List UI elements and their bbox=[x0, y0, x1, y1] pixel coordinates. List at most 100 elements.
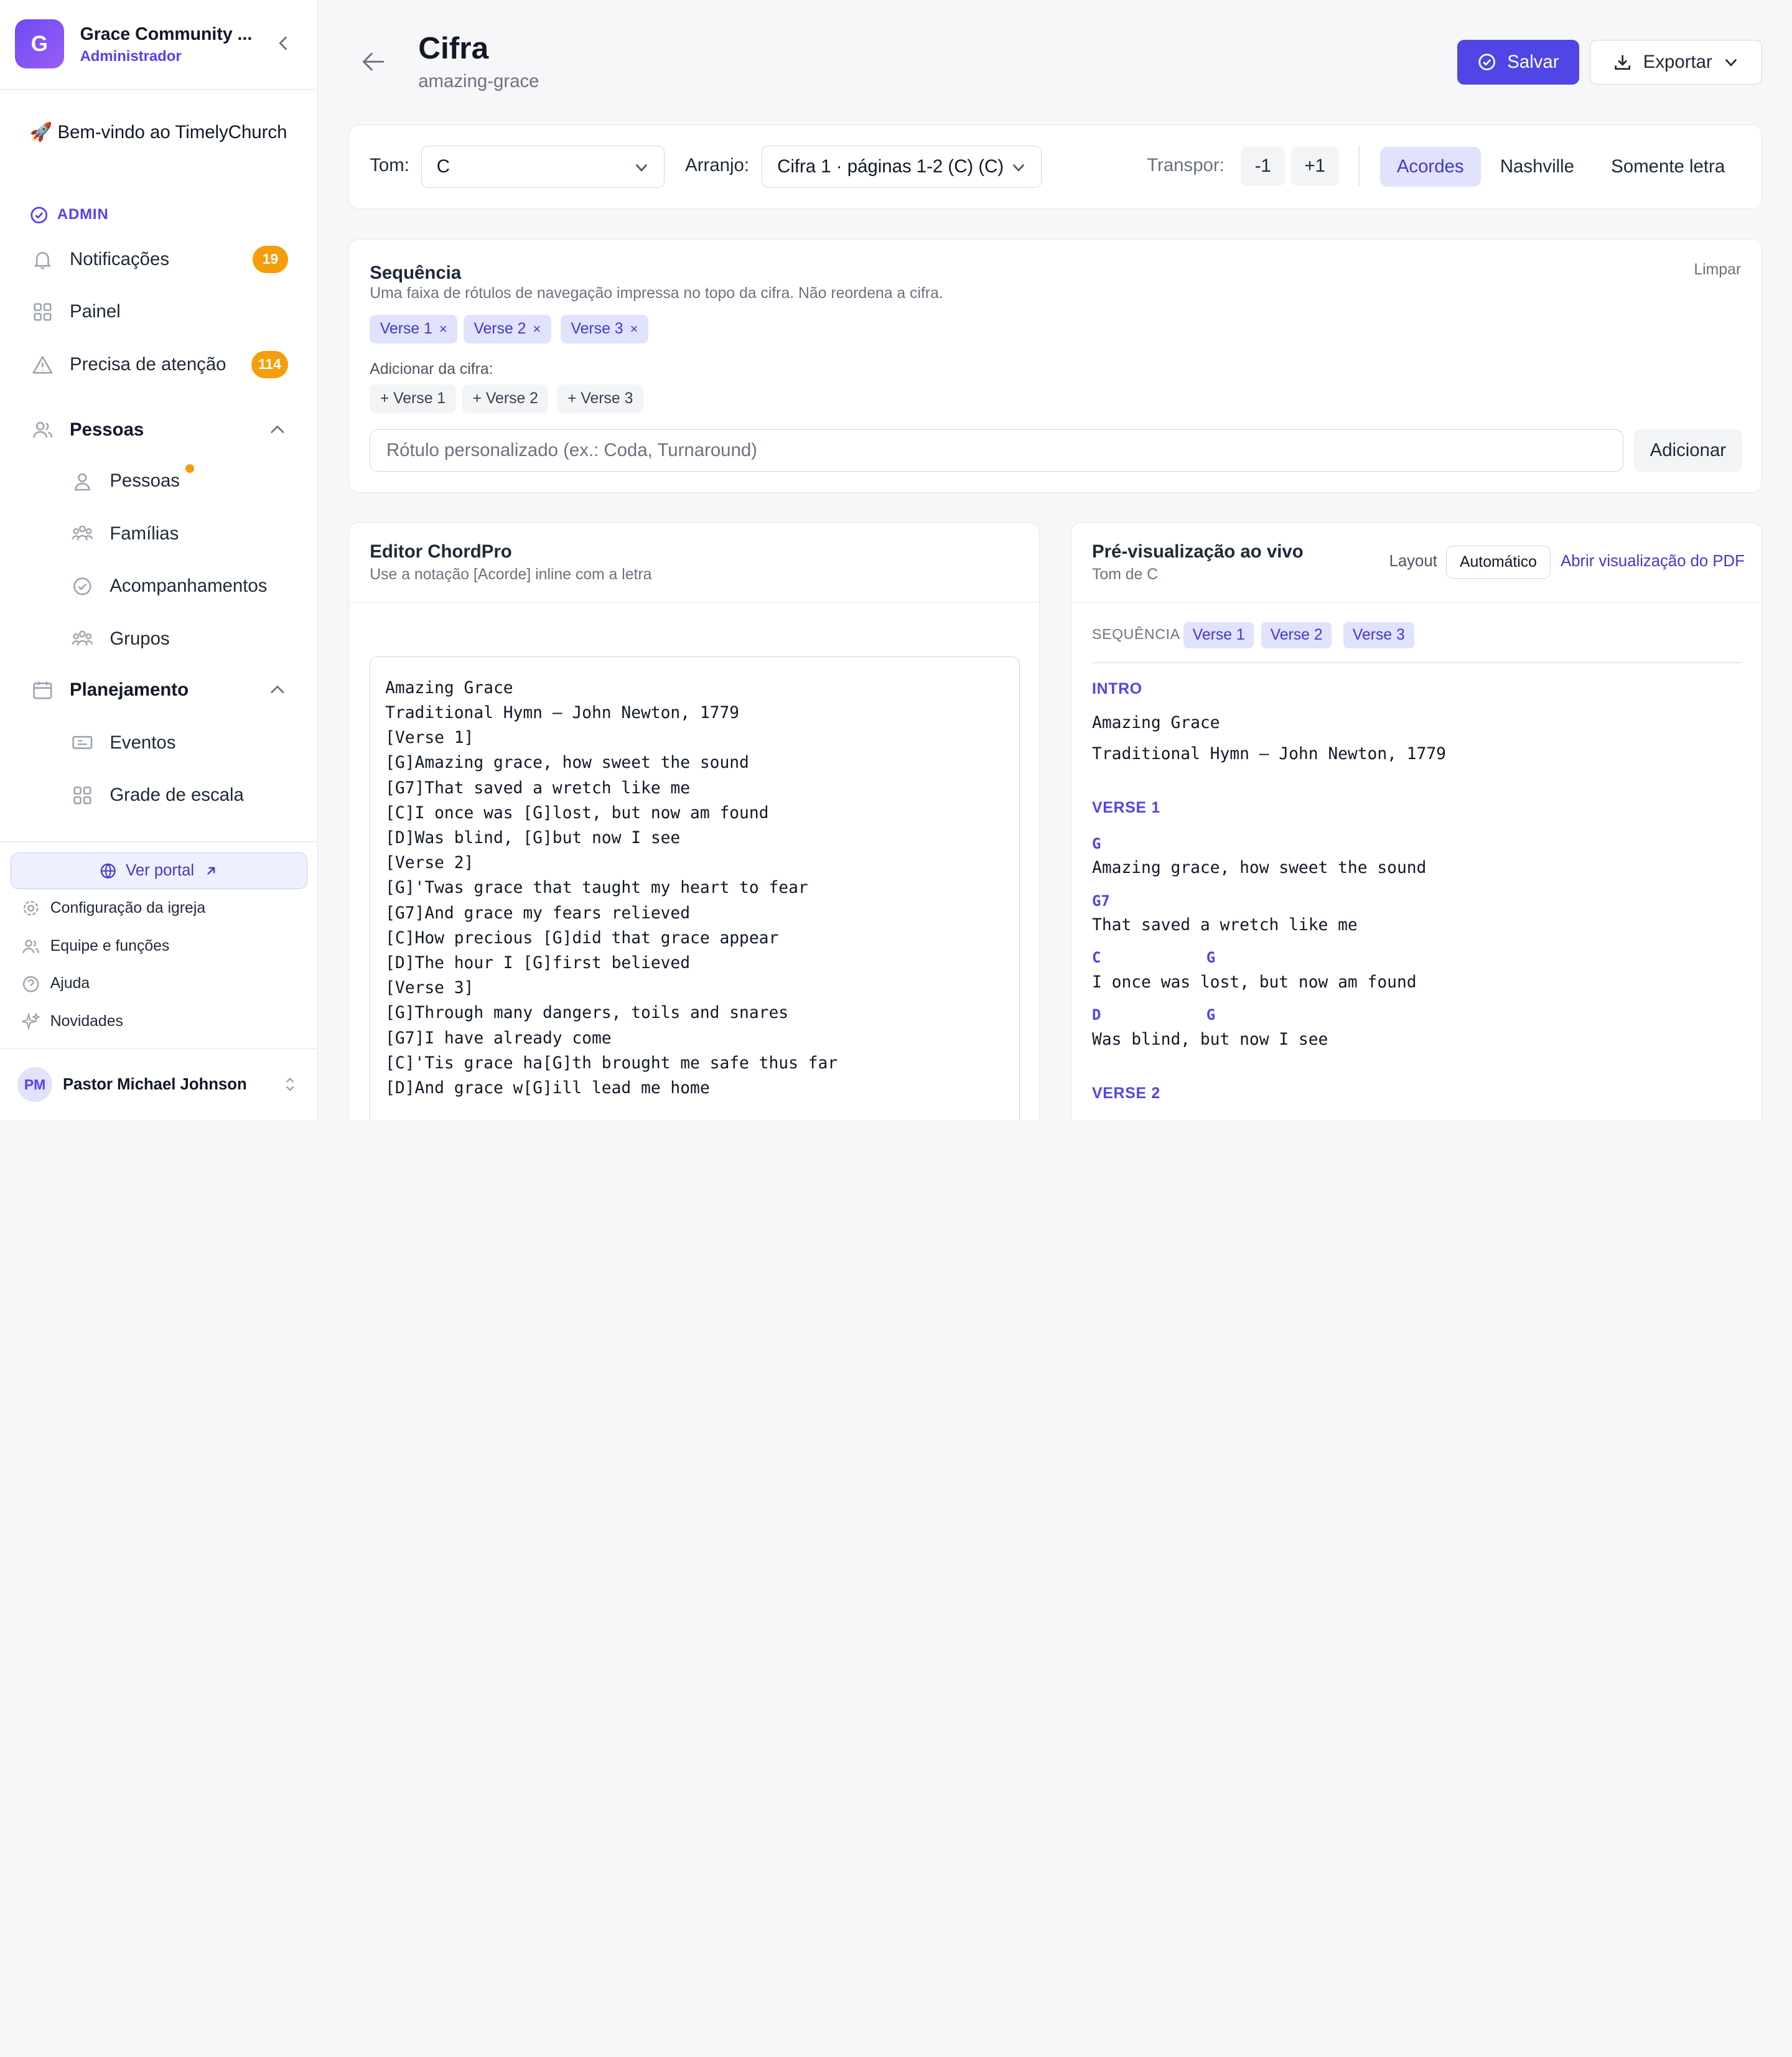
sidebar-item-families[interactable]: Famílias bbox=[70, 515, 288, 552]
add-from-label: Adicionar da cifra: bbox=[370, 360, 493, 378]
chord-label: C bbox=[1092, 949, 1101, 967]
sidebar-team-roles[interactable]: Equipe e funções bbox=[22, 934, 169, 959]
bell-icon bbox=[30, 247, 55, 272]
grid-icon bbox=[30, 299, 55, 324]
sidebar-item-attention[interactable]: Precisa de atenção 114 bbox=[30, 347, 288, 383]
sidebar-group-planning[interactable]: Planejamento bbox=[30, 672, 288, 709]
chevron-down-icon bbox=[1011, 162, 1026, 173]
editor-description: Use a notação [Acorde] inline com a letr… bbox=[370, 566, 652, 584]
chevron-down-icon bbox=[634, 162, 649, 173]
preview-sequence-chip[interactable]: Verse 2 bbox=[1261, 622, 1332, 649]
chevron-up-icon[interactable] bbox=[269, 683, 286, 694]
section-heading-verse-1: VERSE 1 bbox=[1092, 799, 1160, 816]
sidebar-divider bbox=[0, 841, 318, 842]
view-portal-button[interactable]: Ver portal bbox=[10, 852, 308, 889]
editor-header: Editor ChordPro Use a notação [Acorde] i… bbox=[349, 523, 1040, 603]
sidebar-item-groups[interactable]: Grupos bbox=[70, 620, 288, 657]
sequence-chip[interactable]: Verse 1 × bbox=[370, 315, 458, 343]
custom-label-input[interactable]: Rótulo personalizado (ex.: Coda, Turnaro… bbox=[370, 429, 1624, 472]
sidebar-divider bbox=[0, 89, 318, 91]
editor-line: [D]The hour I [G]first believed bbox=[385, 954, 691, 973]
preview-title: Pré-visualização ao vivo bbox=[1092, 541, 1304, 562]
layout-select[interactable]: Automático bbox=[1446, 546, 1551, 579]
chord-label: G bbox=[1206, 949, 1216, 967]
attention-badge: 114 bbox=[251, 350, 288, 378]
app-window: G Grace Community ... Administrador 🚀 Be… bbox=[0, 0, 1792, 1120]
calendar-icon bbox=[30, 678, 55, 702]
lyric-line: Traditional Hymn — John Newton, 1779 bbox=[1092, 744, 1446, 763]
sidebar-item-notifications[interactable]: Notificações 19 bbox=[30, 241, 288, 278]
sidebar-group-people[interactable]: Pessoas bbox=[30, 411, 288, 448]
sidebar-item-dashboard[interactable]: Painel bbox=[30, 294, 288, 330]
welcome-link[interactable]: 🚀 Bem-vindo ao TimelyChurch bbox=[30, 120, 292, 145]
chevron-up-icon[interactable] bbox=[269, 423, 286, 434]
back-arrow-icon[interactable] bbox=[360, 49, 388, 74]
sidebar-divider bbox=[0, 1048, 318, 1050]
editor-line: [G7]And grace my fears relieved bbox=[385, 903, 691, 923]
sequence-chip[interactable]: Verse 3 × bbox=[560, 315, 648, 343]
chord-label: D bbox=[1092, 1006, 1101, 1024]
mode-chords-button[interactable]: Acordes bbox=[1379, 147, 1481, 187]
ticket-icon bbox=[70, 730, 95, 755]
avatar: PM bbox=[17, 1066, 53, 1103]
org-logo: G bbox=[14, 19, 64, 69]
gear-icon bbox=[22, 899, 40, 917]
sidebar-item-schedule[interactable]: Grade de escala bbox=[70, 777, 288, 814]
export-button[interactable]: Exportar bbox=[1589, 40, 1763, 85]
sequence-chip[interactable]: Verse 2 × bbox=[463, 315, 551, 343]
add-verse-3-button[interactable]: + Verse 3 bbox=[557, 385, 643, 414]
section-heading-intro: INTRO bbox=[1092, 680, 1142, 697]
sidebar-help[interactable]: Ajuda bbox=[22, 971, 90, 996]
lyric-line: Amazing grace, how sweet the sound bbox=[1092, 859, 1427, 878]
key-select[interactable]: C bbox=[421, 146, 665, 189]
add-custom-label-button[interactable]: Adicionar bbox=[1633, 429, 1743, 472]
user-menu[interactable]: PM Pastor Michael Johnson bbox=[17, 1066, 303, 1103]
editor-line: [G7]I have already come bbox=[385, 1028, 612, 1048]
chord-label: G7 bbox=[1092, 892, 1110, 910]
sequence-title: Sequência bbox=[370, 262, 462, 283]
chord-label: G bbox=[1092, 834, 1101, 852]
sparkles-icon bbox=[21, 1012, 40, 1031]
preview-sequence-chip[interactable]: Verse 3 bbox=[1343, 622, 1414, 649]
sidebar-item-people[interactable]: Pessoas bbox=[70, 463, 288, 500]
open-pdf-preview-link[interactable]: Abrir visualização do PDF bbox=[1561, 553, 1745, 571]
sidebar: G Grace Community ... Administrador 🚀 Be… bbox=[0, 0, 318, 1120]
add-verse-2-button[interactable]: + Verse 2 bbox=[462, 385, 549, 414]
transpose-up-button[interactable]: +1 bbox=[1290, 147, 1339, 186]
editor-line: [C]'Tis grace ha[G]th brought me safe th… bbox=[385, 1053, 838, 1073]
sidebar-whats-new[interactable]: Novidades bbox=[21, 1009, 123, 1034]
mode-nashville-button[interactable]: Nashville bbox=[1488, 147, 1585, 187]
clear-sequence-button[interactable]: Limpar bbox=[1694, 261, 1741, 279]
family-icon bbox=[70, 521, 95, 546]
globe-icon bbox=[100, 862, 117, 880]
chord-label: G bbox=[1206, 1006, 1216, 1024]
editor-line: [Verse 1] bbox=[385, 729, 474, 748]
sidebar-item-events[interactable]: Eventos bbox=[70, 724, 288, 761]
preview-sequence-chip[interactable]: Verse 1 bbox=[1183, 622, 1254, 649]
chordpro-editor-card: Editor ChordPro Use a notação [Acorde] i… bbox=[348, 522, 1040, 1120]
grid-icon bbox=[70, 783, 95, 808]
editor-line: Amazing Grace bbox=[385, 678, 513, 697]
song-toolbar: Tom: C Arranjo: Cifra 1 · páginas 1-2 (C… bbox=[348, 124, 1763, 210]
remove-icon[interactable]: × bbox=[630, 321, 638, 337]
add-verse-1-button[interactable]: + Verse 1 bbox=[370, 385, 456, 414]
section-heading-verse-2: VERSE 2 bbox=[1092, 1085, 1160, 1103]
arrangement-select[interactable]: Cifra 1 · páginas 1-2 (C) (C) bbox=[762, 146, 1042, 189]
editor-line: [G]'Twas grace that taught my heart to f… bbox=[385, 879, 808, 898]
admin-section-label: ADMIN bbox=[30, 205, 109, 225]
lyric-line: I once was lost, but now am found bbox=[1092, 973, 1417, 992]
lyric-line: That saved a wretch like me bbox=[1092, 916, 1358, 935]
chordpro-textarea[interactable]: Amazing Grace Traditional Hymn — John Ne… bbox=[370, 656, 1020, 1120]
remove-icon[interactable]: × bbox=[533, 321, 541, 337]
sidebar-church-settings[interactable]: Configuração da igreja bbox=[22, 896, 205, 921]
transpose-down-button[interactable]: -1 bbox=[1240, 147, 1286, 186]
org-switcher[interactable]: G Grace Community ... Administrador bbox=[14, 19, 303, 70]
mode-lyrics-only-button[interactable]: Somente letra bbox=[1597, 147, 1739, 187]
remove-icon[interactable]: × bbox=[439, 321, 447, 337]
new-indicator-dot bbox=[185, 464, 195, 473]
sidebar-item-followups[interactable]: Acompanhamentos bbox=[70, 568, 288, 605]
help-icon bbox=[22, 975, 40, 993]
check-badge-icon bbox=[70, 574, 95, 599]
save-button[interactable]: Salvar bbox=[1457, 40, 1580, 85]
collapse-sidebar-icon[interactable] bbox=[276, 33, 292, 54]
